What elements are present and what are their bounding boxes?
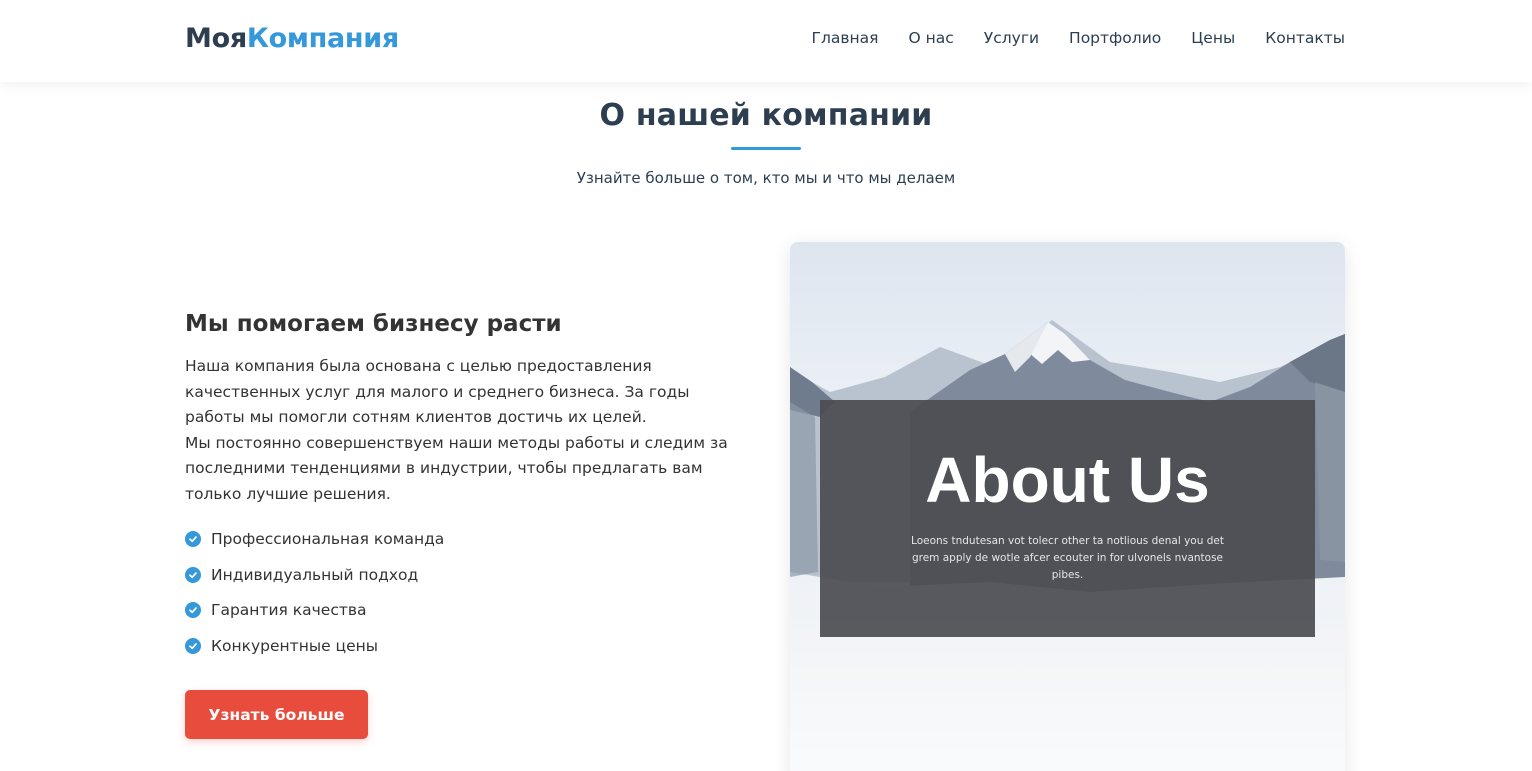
feature-item: Конкурентные цены (185, 634, 444, 658)
about-description: Наша компания была основана с целью пред… (185, 354, 750, 507)
about-overlay: About Us Loeons tndutesan vot tolecr oth… (820, 400, 1315, 637)
about-image: About Us Loeons tndutesan vot tolecr oth… (790, 242, 1345, 771)
learn-more-button[interactable]: Узнать больше (185, 690, 368, 739)
feature-label: Конкурентные цены (211, 637, 378, 656)
check-circle-icon (185, 602, 201, 619)
section-title: О нашей компании (599, 98, 933, 133)
overlay-caption: Loeons tndutesan vot tolecr other ta not… (911, 535, 1224, 581)
feature-item: Профессиональная команда (185, 527, 444, 551)
about-paragraph-2: Мы постоянно совершенствуем наши методы … (185, 433, 728, 503)
nav-link-home[interactable]: Главная (812, 28, 879, 48)
nav-link-services[interactable]: Услуги (984, 28, 1039, 48)
feature-label: Гарантия качества (211, 601, 367, 620)
check-circle-icon (185, 638, 201, 655)
features-list: Профессиональная команда Индивидуальный … (185, 527, 444, 670)
content-heading: Мы помогаем бизнесу расти (185, 311, 562, 337)
overlay-title: About Us (925, 444, 1210, 516)
site-header: МояКомпания Главная О нас Услуги Портфол… (0, 0, 1532, 82)
section-subtitle: Узнайте больше о том, кто мы и что мы де… (576, 169, 956, 187)
main-nav: Главная О нас Услуги Портфолио Цены Конт… (812, 28, 1345, 48)
nav-link-prices[interactable]: Цены (1191, 28, 1235, 48)
logo-text-accent: Компания (246, 23, 399, 54)
feature-label: Индивидуальный подход (211, 565, 419, 584)
about-paragraph-1: Наша компания была основана с целью пред… (185, 357, 690, 426)
logo[interactable]: МояКомпания (185, 22, 399, 56)
nav-link-about[interactable]: О нас (908, 28, 953, 48)
feature-item: Гарантия качества (185, 598, 444, 622)
check-circle-icon (185, 566, 201, 583)
title-underline (731, 147, 801, 150)
nav-link-contacts[interactable]: Контакты (1265, 28, 1345, 48)
feature-label: Профессиональная команда (211, 530, 445, 548)
feature-item: Индивидуальный подход (185, 563, 444, 587)
nav-link-portfolio[interactable]: Портфолио (1069, 28, 1161, 48)
check-circle-icon (185, 531, 201, 547)
logo-text-primary: Моя (185, 23, 247, 54)
